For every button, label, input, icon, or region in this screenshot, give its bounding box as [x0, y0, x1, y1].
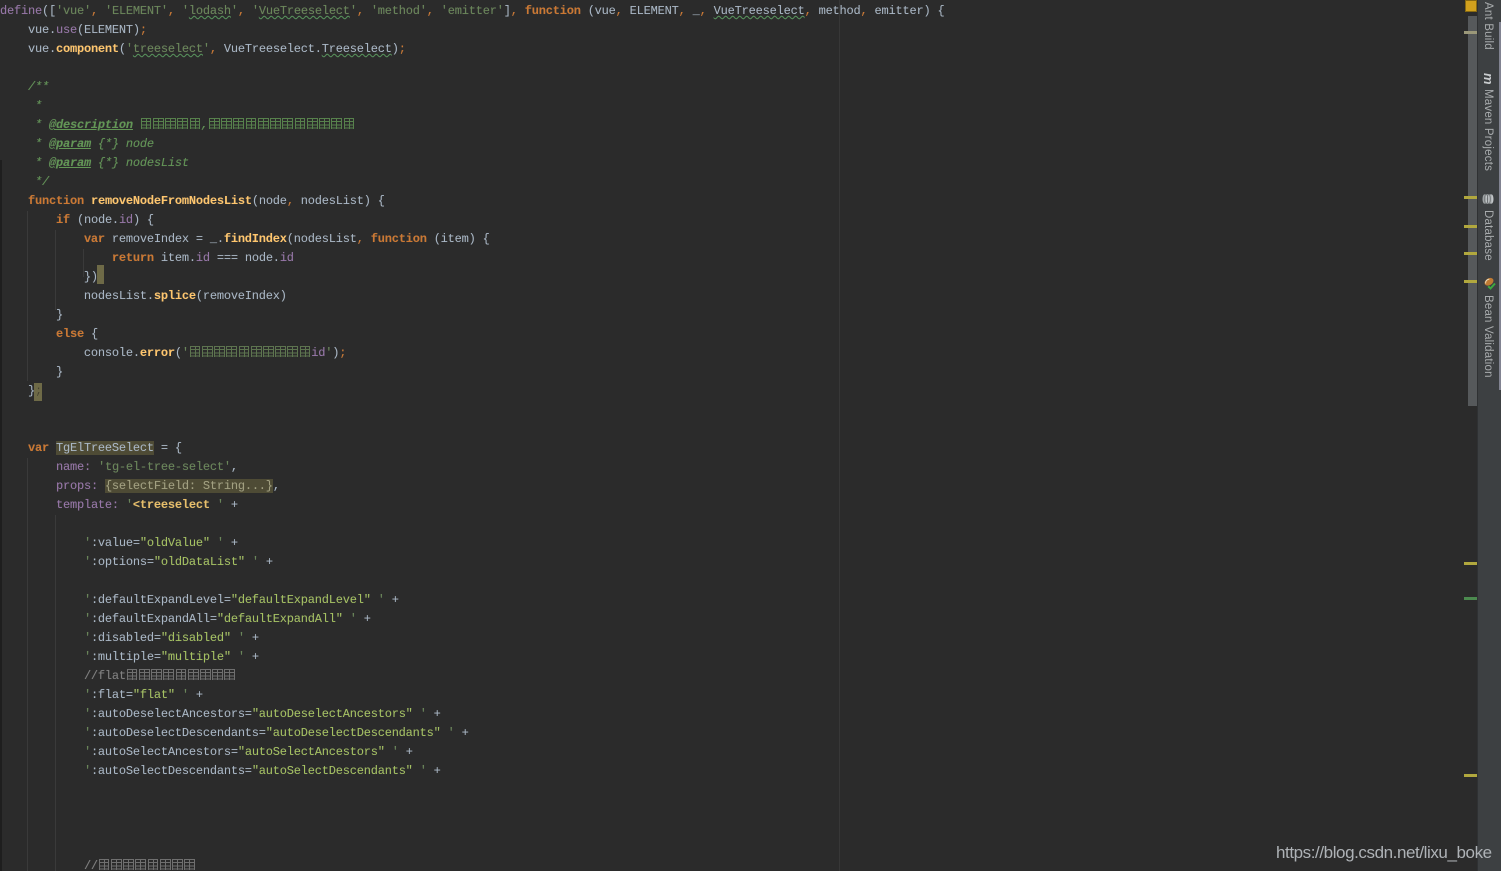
svg-text:m: m: [1482, 73, 1494, 85]
